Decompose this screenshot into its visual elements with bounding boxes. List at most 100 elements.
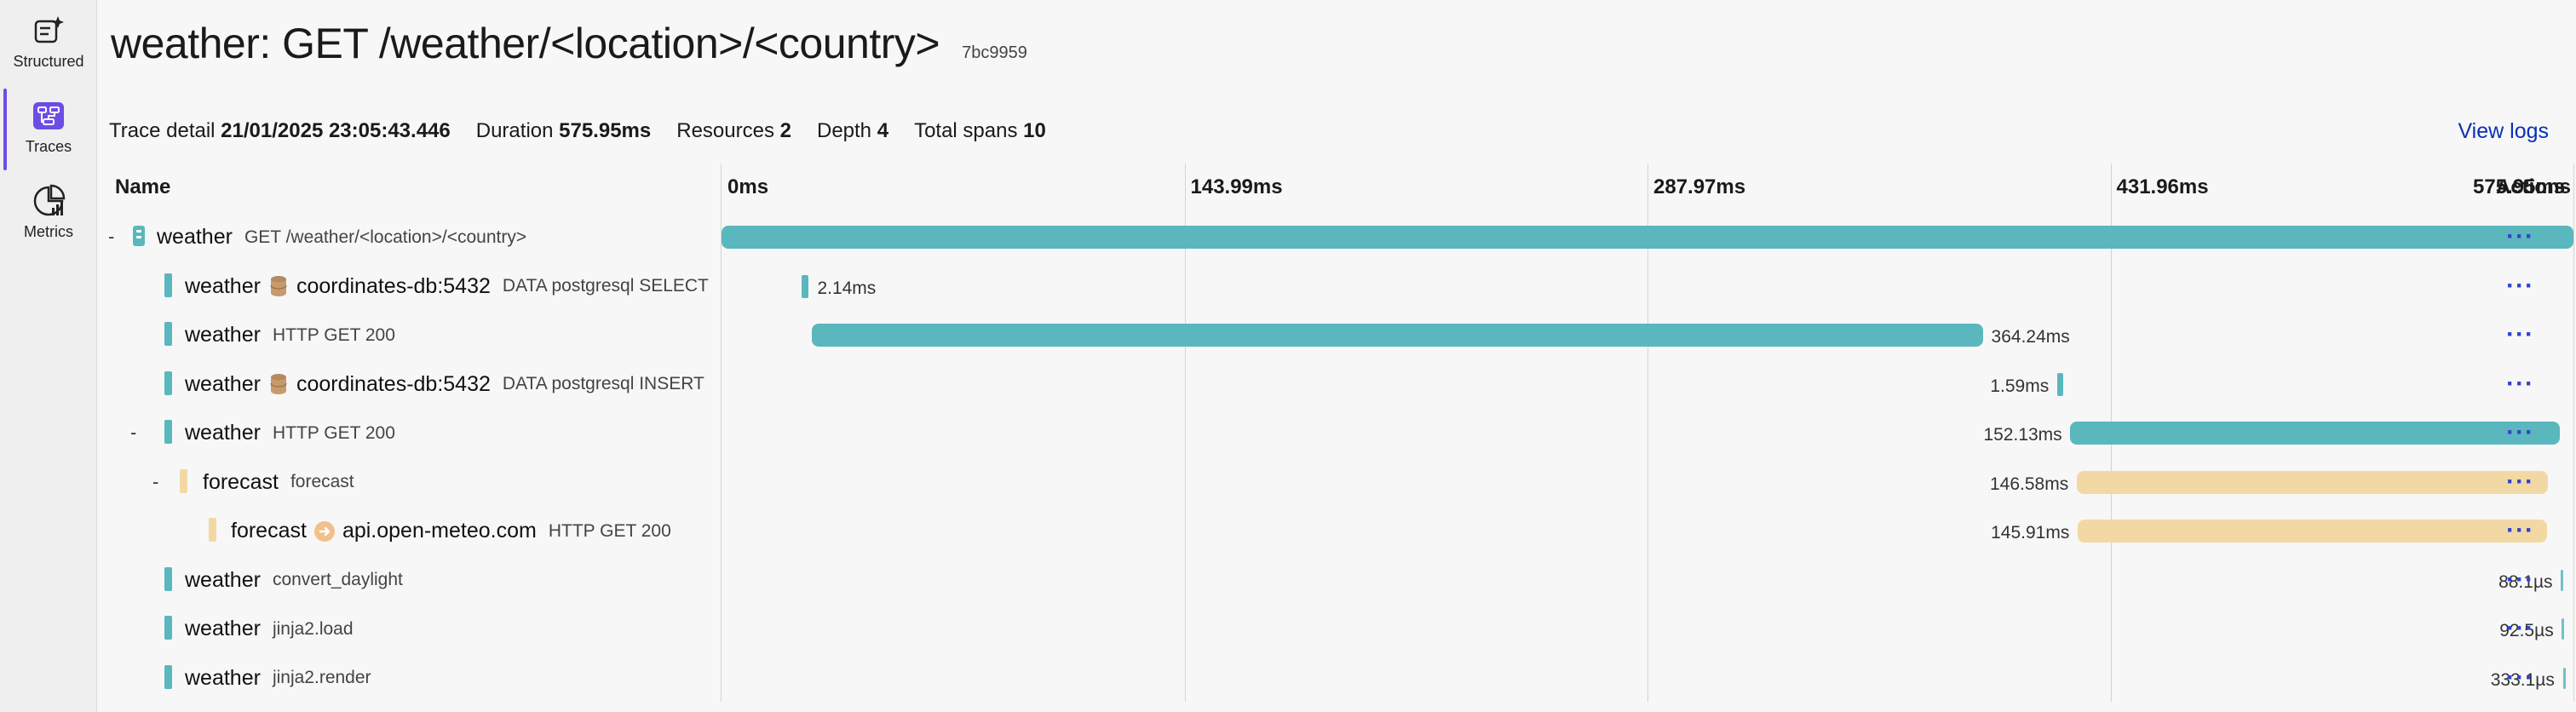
service-color-marker <box>209 518 216 542</box>
database-icon <box>267 373 290 395</box>
service-color-marker <box>164 566 172 591</box>
meta-label: Total spans <box>914 119 1018 142</box>
nav-item-metrics[interactable]: Metrics <box>0 170 97 252</box>
collapse-toggle[interactable]: - <box>152 471 166 493</box>
span-duration-bar[interactable] <box>722 226 2573 249</box>
span-actions-button[interactable]: ··· <box>2506 224 2534 250</box>
trace-id: 7bc9959 <box>962 43 1027 62</box>
span-row[interactable]: forecast api.open-meteo.com HTTP GET 200 14… <box>98 507 2576 555</box>
timeline-tick-label: 287.97ms <box>1653 175 1746 198</box>
span-actions-button[interactable]: ··· <box>2506 468 2534 494</box>
span-row[interactable]: - weather HTTP GET 200 152.13ms ··· <box>98 409 2576 457</box>
span-actions-button[interactable]: ··· <box>2506 322 2534 347</box>
service-name: weather <box>185 665 261 690</box>
span-duration-label: 2.14ms <box>817 278 877 298</box>
span-description: HTTP GET 200 <box>548 520 671 541</box>
trace-detail-timestamp: Trace detail 21/01/2025 23:05:43.446 <box>109 119 451 143</box>
span-name: weather jinja2.render <box>185 666 371 691</box>
span-row[interactable]: weather convert_daylight 88.1µs ··· <box>98 556 2576 605</box>
peer-name: coordinates-db:5432 <box>296 273 491 298</box>
span-name: weather coordinates-db:5432 DATA postgresq… <box>185 372 704 397</box>
span-duration-bar[interactable] <box>2562 618 2565 640</box>
service-color-marker <box>180 468 187 493</box>
span-duration-label: 364.24ms <box>1991 327 2070 347</box>
service-name: weather <box>185 617 261 640</box>
span-name: weather HTTP GET 200 <box>185 421 395 445</box>
view-logs-link[interactable]: View logs <box>2458 119 2549 144</box>
span-row[interactable]: weather jinja2.render 333.1µs ··· <box>98 654 2576 703</box>
span-actions-button[interactable]: ··· <box>2506 518 2534 543</box>
span-name: weather GET /weather/<location>/<country> <box>157 225 526 250</box>
span-description: HTTP GET 200 <box>272 324 395 345</box>
span-row[interactable]: - forecast forecast 146.58ms ··· <box>98 458 2576 507</box>
span-duration-bar[interactable] <box>802 274 809 298</box>
database-icon <box>267 275 290 297</box>
span-description: DATA postgresql INSERT <box>502 374 704 393</box>
span-row[interactable]: - weather GET /weather/<location>/<country… <box>98 213 2576 261</box>
external-api-icon <box>313 520 336 543</box>
service-name: weather <box>185 567 261 592</box>
span-duration-bar[interactable] <box>811 324 1983 347</box>
metrics-icon <box>30 182 67 220</box>
span-actions-button[interactable]: ··· <box>2506 370 2534 396</box>
name-column-header: Name <box>115 175 171 198</box>
meta-label: Trace detail <box>109 119 216 142</box>
timeline-tick-label: 143.99ms <box>1190 175 1283 198</box>
timeline-tick-label: 0ms <box>727 175 769 198</box>
span-duration-bar[interactable] <box>2561 569 2564 591</box>
service-name: weather <box>157 225 233 249</box>
span-actions-button[interactable]: ··· <box>2506 273 2534 298</box>
span-actions-button[interactable]: ··· <box>2506 420 2534 445</box>
service-name: forecast <box>203 469 279 494</box>
meta-value: 4 <box>877 119 889 142</box>
title-row: weather: GET /weather/<location>/<countr… <box>111 19 1027 68</box>
span-duration-bar[interactable] <box>2077 470 2549 494</box>
service-name: weather <box>185 273 261 298</box>
span-duration-label: 1.59ms <box>1990 376 2050 396</box>
span-description: forecast <box>290 472 354 491</box>
service-color-marker <box>164 322 172 346</box>
trace-depth: Depth 4 <box>817 119 888 143</box>
page-title: weather: GET /weather/<location>/<countr… <box>111 20 940 67</box>
span-name: weather coordinates-db:5432 DATA postgresq… <box>185 274 709 299</box>
span-row[interactable]: weather HTTP GET 200 364.24ms ··· <box>98 311 2576 359</box>
service-color-marker <box>164 420 172 444</box>
span-duration-bar[interactable] <box>2057 372 2064 396</box>
span-duration-label: 145.91ms <box>1991 523 2070 543</box>
span-description: DATA postgresql SELECT <box>502 276 709 296</box>
traces-icon <box>30 97 67 135</box>
trace-total-spans: Total spans 10 <box>914 119 1046 143</box>
span-name: weather convert_daylight <box>185 568 403 593</box>
span-actions-button[interactable]: ··· <box>2506 664 2534 690</box>
collapse-toggle[interactable]: - <box>108 226 122 248</box>
nav-label: Traces <box>25 137 72 155</box>
span-row[interactable]: weather coordinates-db:5432 DATA postgresq… <box>98 262 2576 311</box>
span-name: weather HTTP GET 200 <box>185 323 395 347</box>
peer-name: api.open-meteo.com <box>342 519 537 543</box>
service-color-marker <box>164 664 172 689</box>
span-actions-button[interactable]: ··· <box>2506 566 2534 592</box>
span-duration-bar[interactable] <box>2562 667 2566 689</box>
service-name: weather <box>185 371 261 396</box>
trace-resources: Resources 2 <box>676 119 791 143</box>
collapse-toggle[interactable]: - <box>130 422 144 444</box>
actions-column-header: Actions <box>2496 175 2572 198</box>
span-duration-bar[interactable] <box>2078 520 2547 543</box>
nav-item-structured[interactable]: Structured <box>0 0 97 82</box>
meta-value: 10 <box>1023 119 1046 142</box>
span-name: forecast api.open-meteo.com HTTP GET 200 <box>231 519 671 543</box>
service-color-marker <box>164 273 172 297</box>
nav-label: Metrics <box>24 222 73 240</box>
service-name: weather <box>185 421 261 445</box>
meta-label: Resources <box>676 119 774 142</box>
span-name: forecast forecast <box>203 470 354 495</box>
span-duration-bar[interactable] <box>2070 422 2560 445</box>
span-row[interactable]: weather jinja2.load 92.5µs ··· <box>98 605 2576 653</box>
span-duration-label: 146.58ms <box>1990 474 2069 494</box>
nav-item-traces[interactable]: Traces <box>0 85 97 170</box>
span-actions-button[interactable]: ··· <box>2506 616 2534 641</box>
service-color-marker <box>164 370 172 395</box>
structured-logs-icon <box>30 12 67 49</box>
meta-label: Depth <box>816 119 872 142</box>
span-row[interactable]: weather coordinates-db:5432 DATA postgresq… <box>98 360 2576 409</box>
